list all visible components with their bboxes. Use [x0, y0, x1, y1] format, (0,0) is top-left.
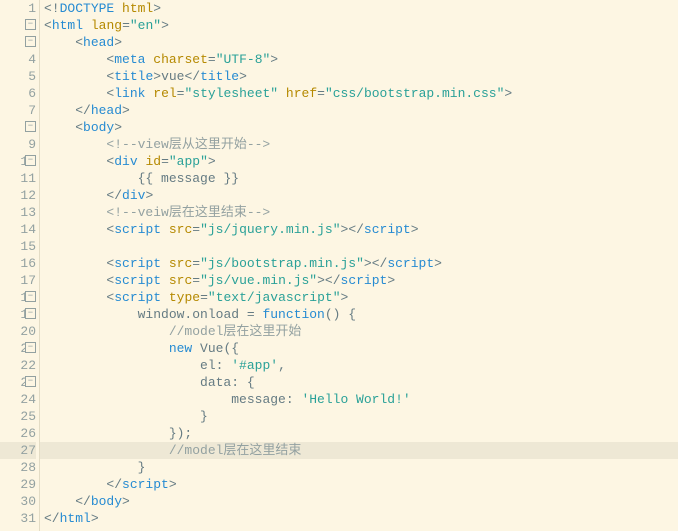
code-line[interactable]: </div> [40, 187, 678, 204]
code-line[interactable]: <!--veiw层在这里结束--> [40, 204, 678, 221]
line-number[interactable]: 8− [0, 119, 36, 136]
code-line[interactable]: </script> [40, 476, 678, 493]
line-number[interactable]: 22 [0, 357, 36, 374]
code-area[interactable]: <!DOCTYPE html><html lang="en"> <head> <… [40, 0, 678, 531]
line-number[interactable]: 24 [0, 391, 36, 408]
line-number-text: 13 [14, 204, 36, 221]
line-number[interactable]: 3− [0, 34, 36, 51]
line-number[interactable]: 10− [0, 153, 36, 170]
line-number[interactable]: 21− [0, 340, 36, 357]
code-line[interactable]: } [40, 408, 678, 425]
code-line[interactable]: <div id="app"> [40, 153, 678, 170]
line-number[interactable]: 26 [0, 425, 36, 442]
fold-toggle-icon[interactable]: − [25, 36, 36, 47]
line-number-text: 5 [14, 68, 36, 85]
line-number-text: 30 [14, 493, 36, 510]
line-number-text: 24 [14, 391, 36, 408]
line-number-text: 29 [14, 476, 36, 493]
fold-toggle-icon[interactable]: − [25, 291, 36, 302]
line-number-text: 1 [14, 0, 36, 17]
code-line[interactable]: <!--view层从这里开始--> [40, 136, 678, 153]
line-number[interactable]: 13 [0, 204, 36, 221]
code-line[interactable]: </body> [40, 493, 678, 510]
line-number[interactable]: 14 [0, 221, 36, 238]
line-number[interactable]: 30 [0, 493, 36, 510]
line-number[interactable]: 19− [0, 306, 36, 323]
code-line[interactable]: <html lang="en"> [40, 17, 678, 34]
line-number[interactable]: 6 [0, 85, 36, 102]
line-number-text: 25 [14, 408, 36, 425]
line-number[interactable]: 31 [0, 510, 36, 527]
line-number[interactable]: 23− [0, 374, 36, 391]
code-line[interactable]: }); [40, 425, 678, 442]
line-number[interactable]: 27 [0, 442, 36, 459]
line-number-text: 6 [14, 85, 36, 102]
line-number[interactable]: 25 [0, 408, 36, 425]
code-line[interactable]: <title>vue</title> [40, 68, 678, 85]
line-number[interactable]: 20 [0, 323, 36, 340]
fold-toggle-icon[interactable]: − [25, 308, 36, 319]
code-line[interactable]: </html> [40, 510, 678, 527]
line-number[interactable]: 29 [0, 476, 36, 493]
code-line[interactable]: <script src="js/jquery.min.js"></script> [40, 221, 678, 238]
code-line[interactable]: data: { [40, 374, 678, 391]
code-line[interactable]: </head> [40, 102, 678, 119]
code-editor[interactable]: 12−3−45678−910−1112131415161718−19−2021−… [0, 0, 678, 531]
line-number[interactable]: 12 [0, 187, 36, 204]
line-number-text: 11 [14, 170, 36, 187]
code-line[interactable]: {{ message }} [40, 170, 678, 187]
line-number[interactable]: 2− [0, 17, 36, 34]
code-line[interactable]: } [40, 459, 678, 476]
line-number-text: 28 [14, 459, 36, 476]
code-line[interactable]: new Vue({ [40, 340, 678, 357]
code-line[interactable]: <script src="js/bootstrap.min.js"></scri… [40, 255, 678, 272]
code-line[interactable]: <head> [40, 34, 678, 51]
code-line[interactable]: <link rel="stylesheet" href="css/bootstr… [40, 85, 678, 102]
line-number-text: 31 [14, 510, 36, 527]
fold-toggle-icon[interactable]: − [25, 121, 36, 132]
line-number[interactable]: 1 [0, 0, 36, 17]
line-number[interactable]: 9 [0, 136, 36, 153]
code-line[interactable]: message: 'Hello World!' [40, 391, 678, 408]
code-line[interactable]: <script src="js/vue.min.js"></script> [40, 272, 678, 289]
line-number-gutter[interactable]: 12−3−45678−910−1112131415161718−19−2021−… [0, 0, 40, 531]
line-number-text: 17 [14, 272, 36, 289]
line-number[interactable]: 17 [0, 272, 36, 289]
code-line[interactable]: <script type="text/javascript"> [40, 289, 678, 306]
line-number-text: 20 [14, 323, 36, 340]
code-line[interactable]: window.onload = function() { [40, 306, 678, 323]
line-number[interactable]: 18− [0, 289, 36, 306]
line-number[interactable]: 28 [0, 459, 36, 476]
line-number-text: 7 [14, 102, 36, 119]
code-line[interactable]: //model层在这里开始 [40, 323, 678, 340]
line-number[interactable]: 7 [0, 102, 36, 119]
line-number-text: 22 [14, 357, 36, 374]
line-number-text: 16 [14, 255, 36, 272]
line-number[interactable]: 11 [0, 170, 36, 187]
line-number-text: 15 [14, 238, 36, 255]
code-line[interactable]: <body> [40, 119, 678, 136]
code-line[interactable]: //model层在这里结束 [40, 442, 678, 459]
line-number-text: 12 [14, 187, 36, 204]
line-number-text: 9 [14, 136, 36, 153]
line-number-text: 4 [14, 51, 36, 68]
code-line[interactable]: el: '#app', [40, 357, 678, 374]
line-number-text: 27 [14, 442, 36, 459]
code-line[interactable] [40, 238, 678, 255]
fold-toggle-icon[interactable]: − [25, 19, 36, 30]
line-number[interactable]: 4 [0, 51, 36, 68]
code-line[interactable]: <meta charset="UTF-8"> [40, 51, 678, 68]
line-number[interactable]: 5 [0, 68, 36, 85]
fold-toggle-icon[interactable]: − [25, 155, 36, 166]
line-number[interactable]: 15 [0, 238, 36, 255]
fold-toggle-icon[interactable]: − [25, 376, 36, 387]
line-number[interactable]: 16 [0, 255, 36, 272]
line-number-text: 26 [14, 425, 36, 442]
line-number-text: 14 [14, 221, 36, 238]
code-line[interactable]: <!DOCTYPE html> [40, 0, 678, 17]
fold-toggle-icon[interactable]: − [25, 342, 36, 353]
